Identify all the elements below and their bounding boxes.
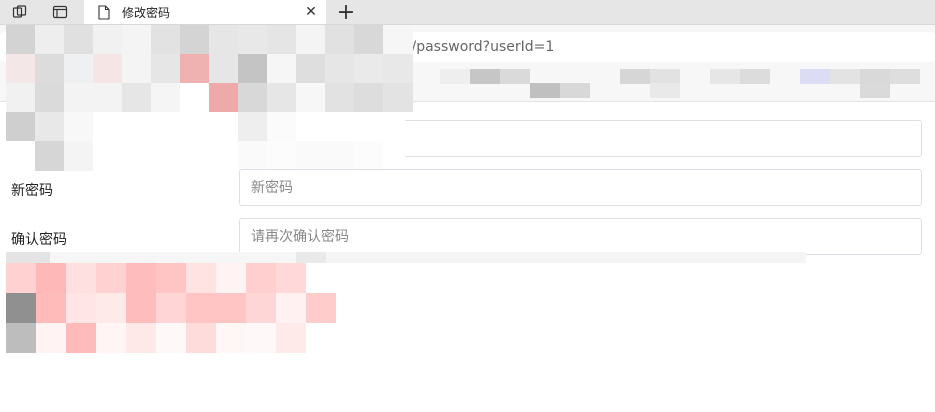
favorite-item[interactable] — [560, 83, 590, 98]
redacted-strip — [6, 252, 806, 263]
address-url: fo/password?userId=1 — [398, 39, 555, 55]
vertical-tabs-icon-glyph — [52, 5, 68, 19]
favorite-item[interactable] — [530, 83, 560, 98]
favorite-item[interactable] — [710, 69, 740, 84]
page-icon — [96, 4, 112, 20]
favorite-item[interactable] — [890, 69, 920, 84]
redacted-buttons-mosaic — [6, 263, 336, 353]
new-password-field-wrapper — [239, 169, 922, 206]
favorite-item[interactable] — [860, 69, 890, 84]
favorite-item[interactable] — [800, 69, 830, 84]
favorite-item[interactable] — [500, 69, 530, 84]
favorite-item[interactable] — [650, 69, 680, 84]
vertical-tabs-icon[interactable] — [46, 2, 74, 22]
confirm-password-input[interactable] — [240, 219, 921, 254]
confirm-password-field-wrapper — [239, 218, 922, 255]
favorite-item[interactable] — [440, 69, 470, 84]
workspaces-icon-glyph — [12, 5, 27, 18]
old-password-field[interactable] — [405, 120, 922, 157]
tab-title: 修改密码 — [122, 5, 171, 20]
new-tab-button[interactable]: + — [333, 0, 359, 25]
tab-change-password[interactable]: 修改密码 ✕ — [84, 0, 326, 24]
favorite-item[interactable] — [470, 69, 500, 84]
redacted-mosaic — [6, 25, 413, 171]
browser-tab-strip: 修改密码 ✕ + — [0, 0, 935, 25]
new-password-input[interactable] — [240, 170, 921, 205]
confirm-password-label: 确认密码 — [11, 232, 67, 248]
plus-icon: + — [336, 0, 356, 25]
new-password-label: 新密码 — [11, 183, 53, 199]
favorite-item[interactable] — [860, 83, 890, 98]
close-icon[interactable]: ✕ — [302, 3, 320, 21]
favorite-item[interactable] — [650, 83, 680, 98]
favorite-item[interactable] — [830, 69, 860, 84]
favorite-item[interactable] — [740, 69, 770, 84]
workspaces-icon[interactable] — [6, 2, 34, 22]
favorite-item[interactable] — [620, 69, 650, 84]
